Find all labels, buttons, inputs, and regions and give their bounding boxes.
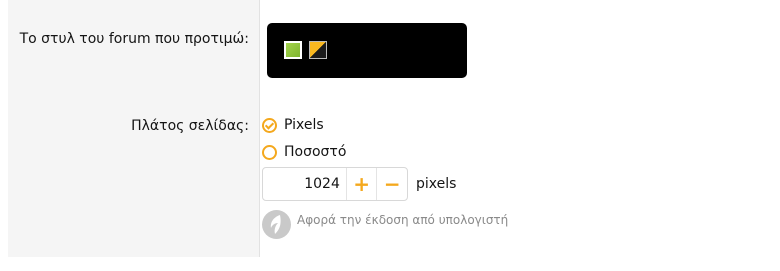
radio-percentage-label: Ποσοστό	[284, 144, 347, 160]
label-column: Το στυλ του forum που προτιμώ: Πλάτος σε…	[8, 0, 260, 257]
width-row-label: Πλάτος σελίδας:	[131, 118, 249, 134]
page-width-input[interactable]: 1024	[263, 168, 346, 200]
unit-label: pixels	[416, 176, 457, 192]
radio-checked-icon[interactable]	[262, 117, 277, 133]
decrement-button[interactable]: −	[376, 168, 407, 200]
radio-percentage[interactable]: Ποσοστό	[262, 143, 346, 161]
page-width-stepper[interactable]: 1024 + −	[262, 167, 408, 201]
increment-button[interactable]: +	[345, 168, 377, 200]
desktop-hint-icon	[262, 210, 291, 239]
style-row-label: Το στυλ του forum που προτιμώ:	[19, 31, 249, 47]
radio-unchecked-icon[interactable]	[262, 144, 277, 160]
hint-text: Αφορά την έκδοση από υπολογιστή	[297, 213, 509, 227]
radio-pixels-label: Pixels	[284, 117, 324, 133]
green-style-swatch[interactable]	[284, 41, 302, 59]
radio-pixels[interactable]: Pixels	[262, 116, 324, 134]
orange-dark-style-swatch[interactable]	[309, 41, 327, 59]
style-chooser	[267, 23, 467, 78]
